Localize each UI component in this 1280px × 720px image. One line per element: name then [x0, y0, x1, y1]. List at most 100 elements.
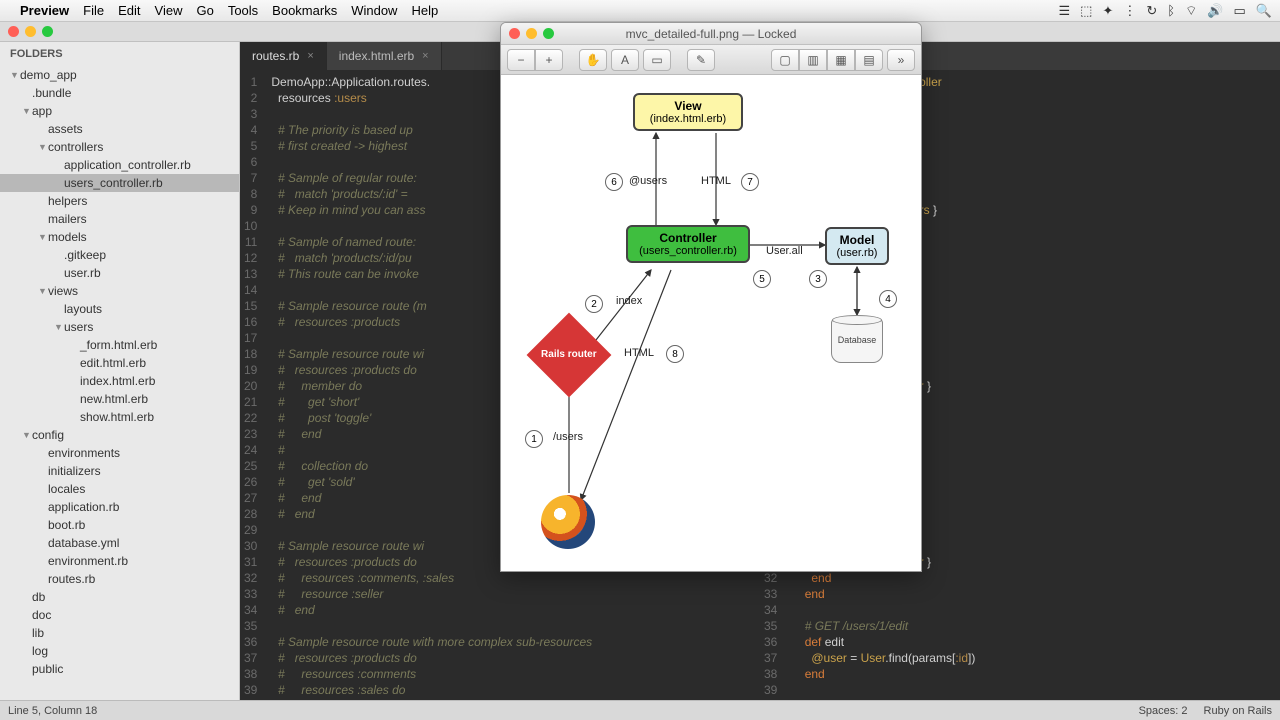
paw-icon[interactable]: ⋮ [1123, 3, 1136, 19]
sidebar-item[interactable]: _form.html.erb [0, 336, 239, 354]
sidebar-item[interactable]: ▼config [0, 426, 239, 444]
sidebar-header: FOLDERS [0, 42, 239, 66]
sidebar-item[interactable]: db [0, 588, 239, 606]
sidebar-item[interactable]: index.html.erb [0, 372, 239, 390]
diagram-label: index [616, 295, 642, 307]
diagram-step: 5 [753, 270, 771, 288]
diagram-label: HTML [624, 347, 654, 359]
bluetooth-icon[interactable]: ᛒ [1167, 3, 1175, 18]
sidebar-item[interactable]: lib [0, 624, 239, 642]
syntax-setting[interactable]: Ruby on Rails [1204, 705, 1272, 717]
sidebar-item[interactable]: application_controller.rb [0, 156, 239, 174]
diagram-step: 2 [585, 295, 603, 313]
tab-index-erb[interactable]: index.html.erb× [327, 42, 442, 70]
menubar-app[interactable]: Preview [20, 3, 69, 18]
sidebar-item[interactable]: initializers [0, 462, 239, 480]
diagram-model-box: Model(user.rb) [825, 227, 889, 265]
hand-tool-button[interactable]: ✋ [579, 49, 607, 71]
sidebar-item[interactable]: environment.rb [0, 552, 239, 570]
spotlight-icon[interactable]: 🔍 [1256, 3, 1272, 19]
view-mode-button[interactable]: ▦ [827, 49, 855, 71]
sidebar-item[interactable]: mailers [0, 210, 239, 228]
indent-setting[interactable]: Spaces: 2 [1139, 705, 1188, 717]
menubar-item[interactable]: Go [196, 3, 213, 18]
sidebar-item[interactable]: ▼app [0, 102, 239, 120]
diagram-step: 4 [879, 290, 897, 308]
cursor-position: Line 5, Column 18 [8, 705, 97, 717]
zoom-icon[interactable] [42, 26, 53, 37]
close-icon[interactable] [8, 26, 19, 37]
diagram-label: @users [629, 175, 667, 187]
diagram-controller-box: Controller(users_controller.rb) [626, 225, 750, 263]
sidebar-item[interactable]: environments [0, 444, 239, 462]
sync-icon[interactable]: ↻ [1146, 3, 1157, 19]
sidebar-item[interactable]: show.html.erb [0, 408, 239, 426]
sidebar-item[interactable]: application.rb [0, 498, 239, 516]
browser-icon [541, 495, 595, 549]
status-bar: Line 5, Column 18 Spaces: 2 Ruby on Rail… [0, 700, 1280, 720]
folder-sidebar[interactable]: FOLDERS ▼demo_app.bundle▼appassets▼contr… [0, 42, 240, 700]
sidebar-item[interactable]: assets [0, 120, 239, 138]
zoom-out-button[interactable]: − [507, 49, 535, 71]
close-icon[interactable]: × [422, 50, 428, 62]
diagram-label: HTML [701, 175, 731, 187]
sidebar-item[interactable]: routes.rb [0, 570, 239, 588]
preview-window: mvc_detailed-full.png — Locked −+ ✋ A ▭ … [500, 22, 922, 572]
minimize-icon[interactable] [25, 26, 36, 37]
menubar-item[interactable]: Bookmarks [272, 3, 337, 18]
select-tool-button[interactable]: A [611, 49, 639, 71]
sidebar-item[interactable]: boot.rb [0, 516, 239, 534]
minimize-icon[interactable] [526, 28, 537, 39]
sidebar-item[interactable]: edit.html.erb [0, 354, 239, 372]
annotate-button[interactable]: ✎ [687, 49, 715, 71]
menubar-item[interactable]: Window [351, 3, 397, 18]
preview-titlebar[interactable]: mvc_detailed-full.png — Locked [501, 23, 921, 45]
sidebar-item[interactable]: ▼users [0, 318, 239, 336]
menubar-item[interactable]: Help [411, 3, 438, 18]
sidebar-item[interactable]: doc [0, 606, 239, 624]
preview-title: mvc_detailed-full.png — Locked [626, 27, 797, 41]
menubar-item[interactable]: View [155, 3, 183, 18]
sidebar-item[interactable]: user.rb [0, 264, 239, 282]
evernote-icon[interactable]: ☰ [1059, 3, 1071, 19]
diagram-label: User.all [766, 245, 803, 257]
sidebar-item[interactable]: ▼models [0, 228, 239, 246]
zoom-in-button[interactable]: + [535, 49, 563, 71]
wifi-icon[interactable]: ⌔ [1185, 3, 1197, 19]
sidebar-item[interactable]: public [0, 660, 239, 678]
menubar-status-icons: ☰ ⬚ ✦ ⋮ ↻ ᛒ ⌔ 🔊 ▭ 🔍 [1059, 3, 1272, 19]
sidebar-item[interactable]: database.yml [0, 534, 239, 552]
menubar-item[interactable]: File [83, 3, 104, 18]
diagram-step: 7 [741, 173, 759, 191]
menubar-item[interactable]: Tools [228, 3, 258, 18]
sidebar-item[interactable]: locales [0, 480, 239, 498]
zoom-icon[interactable] [543, 28, 554, 39]
view-mode-button[interactable]: ▥ [799, 49, 827, 71]
diagram-canvas: View(index.html.erb) Controller(users_co… [501, 75, 921, 571]
sidebar-item[interactable]: layouts [0, 300, 239, 318]
sidebar-item[interactable]: .gitkeep [0, 246, 239, 264]
extension-icon[interactable]: ✦ [1102, 3, 1113, 19]
sidebar-item[interactable]: ▼controllers [0, 138, 239, 156]
battery-icon[interactable]: ▭ [1234, 3, 1246, 19]
dropbox-icon[interactable]: ⬚ [1080, 3, 1092, 19]
diagram-label: /users [553, 431, 583, 443]
view-mode-button[interactable]: ▢ [771, 49, 799, 71]
diagram-step: 1 [525, 430, 543, 448]
menubar-item[interactable]: Edit [118, 3, 140, 18]
sidebar-item[interactable]: log [0, 642, 239, 660]
sidebar-item[interactable]: users_controller.rb [0, 174, 239, 192]
sidebar-item[interactable]: ▼views [0, 282, 239, 300]
view-mode-button[interactable]: ▤ [855, 49, 883, 71]
close-icon[interactable]: × [307, 50, 313, 62]
sidebar-item[interactable]: .bundle [0, 84, 239, 102]
more-button[interactable]: » [887, 49, 915, 71]
sidebar-item[interactable]: ▼demo_app [0, 66, 239, 84]
sidebar-item[interactable]: helpers [0, 192, 239, 210]
diagram-database: Database [831, 317, 883, 363]
tab-routes[interactable]: routes.rb× [240, 42, 327, 70]
volume-icon[interactable]: 🔊 [1207, 3, 1223, 19]
close-icon[interactable] [509, 28, 520, 39]
rect-select-button[interactable]: ▭ [643, 49, 671, 71]
sidebar-item[interactable]: new.html.erb [0, 390, 239, 408]
